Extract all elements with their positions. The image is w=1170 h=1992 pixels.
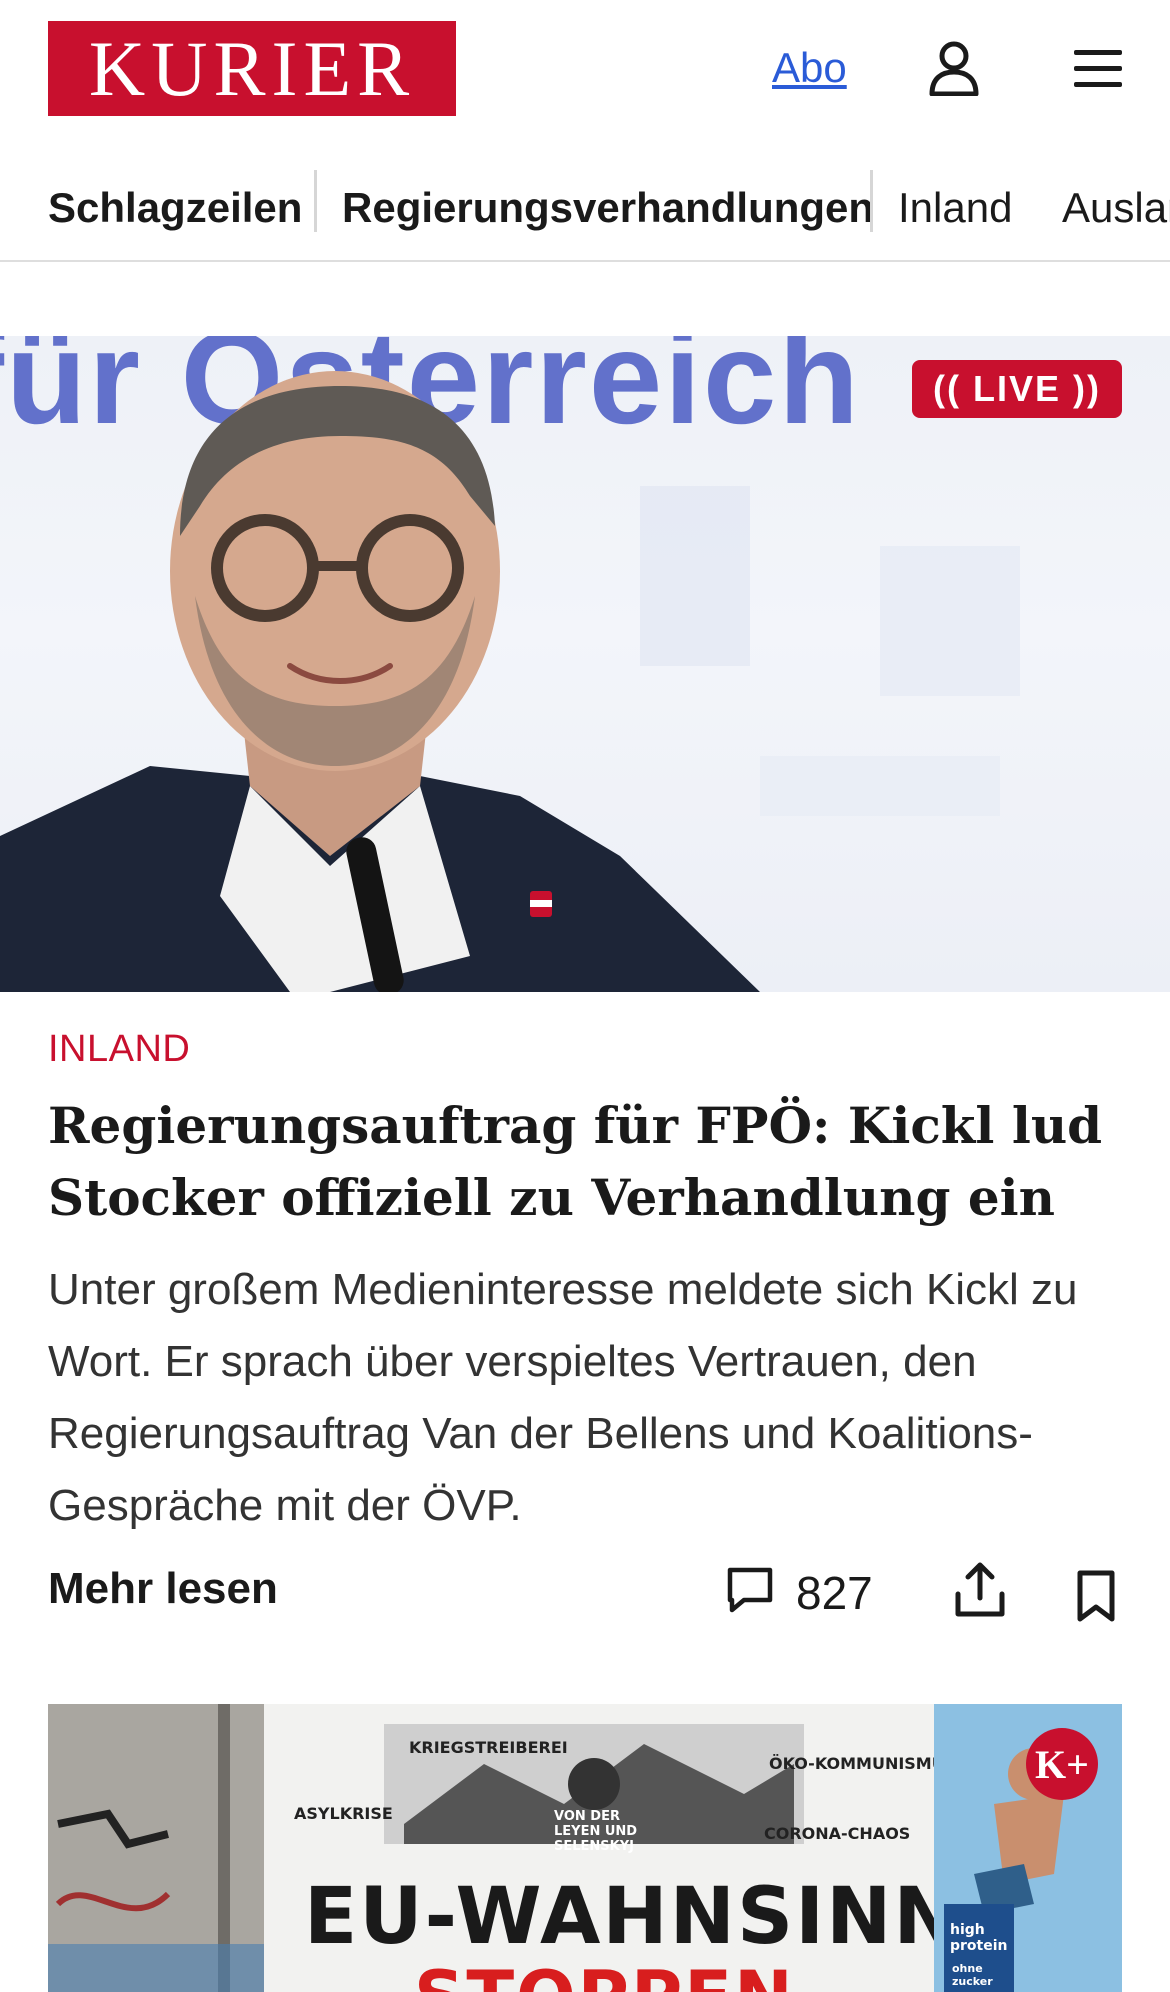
read-more-link[interactable]: Mehr lesen xyxy=(48,1564,278,1614)
kurier-logo[interactable]: KURIER xyxy=(48,21,456,116)
poster-label: KRIEGSTREIBEREI xyxy=(409,1738,568,1757)
kurier-plus-badge: K+ xyxy=(1026,1728,1098,1800)
comment-count: 827 xyxy=(796,1566,873,1619)
bookmark-icon[interactable] xyxy=(1076,1570,1116,1622)
poster-label: VON DER LEYEN UND SELENSKYJ xyxy=(554,1809,638,1854)
article-category[interactable]: INLAND xyxy=(48,1028,190,1071)
ad-text: ohne zucker xyxy=(952,1962,993,1988)
poster-label: ASYLKRISE xyxy=(294,1804,393,1823)
ad-text: high protein xyxy=(950,1922,1008,1954)
nav-item-ausland[interactable]: Ausland xyxy=(1062,176,1170,240)
nav-divider xyxy=(870,170,873,232)
comments-button[interactable]: 827 xyxy=(724,1564,873,1621)
nav-item-inland[interactable]: Inland xyxy=(898,176,1012,240)
share-icon[interactable] xyxy=(952,1560,1008,1620)
section-nav: Schlagzeilen Regierungsverhandlungen Inl… xyxy=(0,160,1170,262)
comment-icon xyxy=(724,1564,776,1621)
poster-label: ÖKO-KOMMUNISMUS xyxy=(769,1754,957,1773)
nav-divider xyxy=(314,170,317,232)
second-article-image[interactable]: KRIEGSTREIBEREI ÖKO-KOMMUNISMUS ASYLKRIS… xyxy=(48,1704,1122,1992)
political-poster: KRIEGSTREIBEREI ÖKO-KOMMUNISMUS ASYLKRIS… xyxy=(264,1704,959,1992)
poster-label: CORONA-CHAOS xyxy=(764,1824,911,1843)
article-teaser[interactable]: Unter großem Medieninteresse meldete sic… xyxy=(48,1254,1138,1542)
poster-headline: EU-WAHNSINN xyxy=(304,1872,961,1962)
site-header: KURIER Abo xyxy=(0,0,1170,140)
hamburger-menu-icon[interactable] xyxy=(1066,36,1130,100)
live-badge: (( LIVE )) xyxy=(912,360,1122,418)
abo-link[interactable]: Abo xyxy=(772,44,847,92)
hero-person-photo xyxy=(0,371,1020,992)
nav-item-schlagzeilen[interactable]: Schlagzeilen xyxy=(48,176,302,240)
graffiti-wall xyxy=(48,1704,264,1992)
article-headline[interactable]: Regierungsauftrag für FPÖ: Kickl lud Sto… xyxy=(48,1090,1128,1234)
poster-subline: STOPPEN xyxy=(414,1956,795,1992)
user-icon[interactable] xyxy=(922,36,986,100)
hero-image[interactable]: für Österreich (( LIVE )) xyxy=(0,336,1170,992)
nav-item-regierungsverhandlungen[interactable]: Regierungsverhandlungen xyxy=(342,176,874,240)
